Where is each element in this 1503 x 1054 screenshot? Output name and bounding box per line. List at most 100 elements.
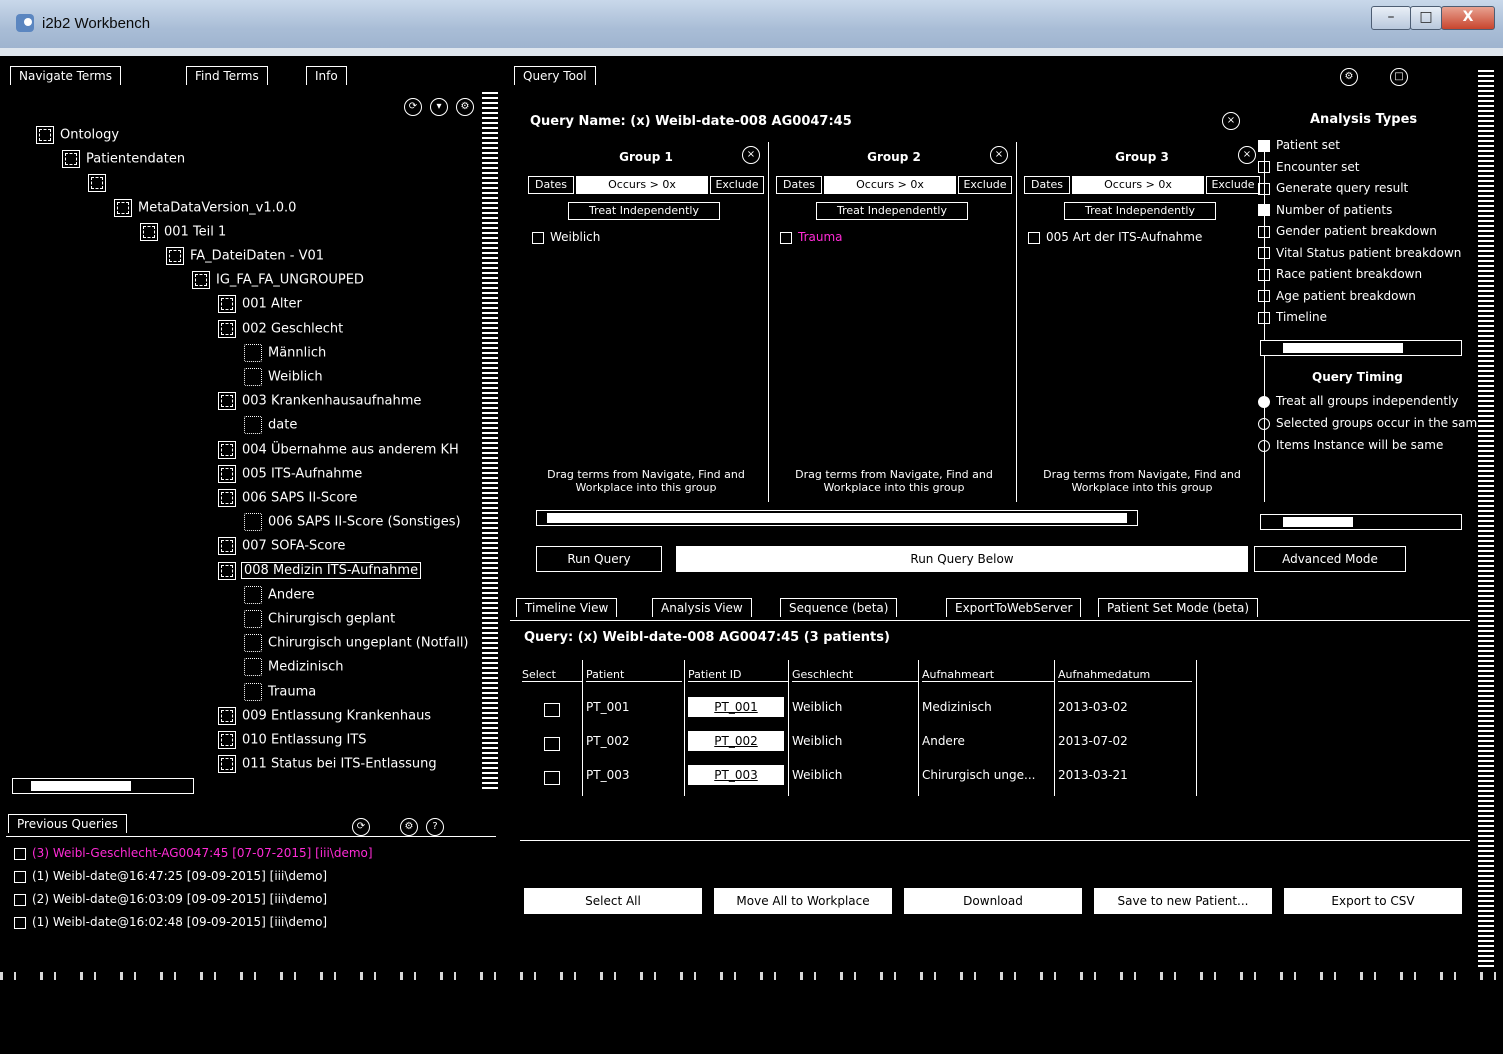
group-constraint-dropdown[interactable]: Treat Independently: [816, 202, 968, 220]
table-header[interactable]: Patient ID: [688, 668, 788, 682]
tree-item[interactable]: 002 Geschlecht: [218, 319, 343, 340]
analysis-checkbox[interactable]: [1258, 161, 1270, 173]
analysis-checkbox[interactable]: [1258, 247, 1270, 259]
previous-query-item[interactable]: (2) Weibl-date@16:03:09 [09-09-2015] [ii…: [14, 892, 327, 906]
tree-item[interactable]: Medizinisch: [244, 658, 344, 678]
table-header[interactable]: Patient: [586, 668, 682, 682]
timing-option[interactable]: Items Instance will be same: [1258, 438, 1443, 452]
tree-item[interactable]: 009 Entlassung Krankenhaus: [218, 706, 431, 727]
tree-item[interactable]: 011 Status bei ITS-Entlassung: [218, 755, 437, 775]
tree-item[interactable]: IG_FA_FA_UNGROUPED: [192, 271, 364, 291]
patient-id-link[interactable]: PT_003: [688, 765, 784, 785]
tab-exporttowebserver[interactable]: ExportToWebServer: [946, 598, 1082, 617]
group-constraint-dropdown[interactable]: Treat Independently: [1064, 202, 1216, 220]
clear-query-icon[interactable]: ×: [1222, 112, 1240, 130]
tree-item[interactable]: 006 SAPS II-Score (Sonstiges): [244, 513, 461, 533]
table-header[interactable]: Select: [522, 668, 582, 682]
tree-item[interactable]: 007 SOFA-Score: [218, 537, 345, 557]
tab-find-terms[interactable]: Find Terms: [186, 66, 268, 85]
select-row-checkbox[interactable]: [544, 771, 560, 785]
delete-group-icon[interactable]: ×: [990, 146, 1008, 164]
result-action-button[interactable]: Download: [904, 888, 1082, 914]
analysis-option[interactable]: Vital Status patient breakdown: [1258, 246, 1461, 260]
timing-option[interactable]: Treat all groups independently: [1258, 394, 1459, 408]
minimize-button[interactable]: –: [1371, 6, 1411, 30]
patient-id-link[interactable]: PT_002: [688, 731, 784, 751]
settings-icon[interactable]: ⚙: [400, 818, 418, 836]
tab-query-tool[interactable]: Query Tool: [514, 66, 596, 85]
close-button[interactable]: X: [1441, 6, 1495, 30]
group-exclude-button[interactable]: Exclude: [958, 176, 1012, 194]
advanced-mode-button[interactable]: Advanced Mode: [1254, 546, 1406, 572]
maximize-panel-icon[interactable]: □: [1390, 68, 1408, 86]
analysis-option[interactable]: Race patient breakdown: [1258, 267, 1422, 281]
tab-timeline-view[interactable]: Timeline View: [516, 598, 618, 617]
group-occurs-button[interactable]: Occurs > 0x: [824, 176, 956, 194]
analysis-checkbox[interactable]: [1258, 311, 1270, 324]
analysis-checkbox[interactable]: [1258, 290, 1270, 302]
result-action-button[interactable]: Save to new Patient...: [1094, 888, 1272, 914]
group-concept-item[interactable]: Weiblich: [532, 230, 600, 244]
group-occurs-button[interactable]: Occurs > 0x: [576, 176, 708, 194]
table-header[interactable]: Geschlecht: [792, 668, 918, 682]
tab-previous-queries[interactable]: Previous Queries: [8, 814, 127, 833]
analysis-option[interactable]: Encounter set: [1258, 160, 1360, 174]
previous-query-item[interactable]: (3) Weibl-Geschlecht-AG0047:45 [07-07-20…: [14, 846, 373, 860]
tree-item[interactable]: Männlich: [244, 343, 326, 364]
main-vertical-scrollbar[interactable]: [1478, 70, 1494, 970]
group-dates-button[interactable]: Dates: [1024, 176, 1070, 194]
group-concept-item[interactable]: 005 Art der ITS-Aufnahme: [1028, 230, 1202, 244]
tree-item[interactable]: Ontology: [36, 126, 119, 146]
options-icon[interactable]: ⚙: [456, 98, 474, 116]
tree-item[interactable]: MetaDataVersion_v1.0.0: [114, 198, 296, 219]
analysis-option[interactable]: Patient set: [1258, 138, 1340, 152]
analysis-option[interactable]: Number of patients: [1258, 203, 1392, 217]
tab-navigate-terms[interactable]: Navigate Terms: [10, 66, 121, 85]
previous-query-item[interactable]: (1) Weibl-date@16:47:25 [09-09-2015] [ii…: [14, 869, 327, 883]
help-icon[interactable]: ?: [426, 818, 444, 836]
delete-group-icon[interactable]: ×: [742, 146, 760, 164]
select-row-checkbox[interactable]: [544, 737, 560, 751]
patient-id-link[interactable]: PT_001: [688, 697, 784, 717]
run-query-below-button[interactable]: Run Query Below: [676, 546, 1248, 572]
tree-item[interactable]: 001 Alter: [218, 295, 302, 315]
result-action-button[interactable]: Select All: [524, 888, 702, 914]
tree-item[interactable]: 005 ITS-Aufnahme: [218, 464, 362, 485]
group-exclude-button[interactable]: Exclude: [710, 176, 764, 194]
previous-query-item[interactable]: (1) Weibl-date@16:02:48 [09-09-2015] [ii…: [14, 915, 327, 929]
result-action-button[interactable]: Move All to Workplace: [714, 888, 892, 914]
tree-item[interactable]: 003 Krankenhausaufnahme: [218, 392, 421, 412]
tree-item[interactable]: Andere: [244, 585, 314, 606]
tree-item[interactable]: 010 Entlassung ITS: [218, 731, 367, 751]
tree-item[interactable]: 004 Übernahme aus anderem KH: [218, 440, 459, 461]
tree-item[interactable]: Weiblich: [244, 368, 323, 388]
tree-horizontal-scrollbar[interactable]: [12, 778, 194, 794]
tree-item[interactable]: Chirurgisch ungeplant (Notfall): [244, 634, 469, 654]
tab-patient-set-mode-beta-[interactable]: Patient Set Mode (beta): [1098, 598, 1259, 617]
refresh-icon[interactable]: ⟳: [404, 98, 422, 116]
group-dates-button[interactable]: Dates: [776, 176, 822, 194]
tree-item[interactable]: 008 Medizin ITS-Aufnahme: [218, 561, 422, 582]
analysis-horizontal-scrollbar[interactable]: [1260, 340, 1462, 356]
table-header[interactable]: Aufnahmeart: [922, 668, 1054, 682]
settings-icon[interactable]: ⚙: [1340, 68, 1358, 86]
tree-item[interactable]: Patientendaten: [62, 150, 185, 170]
groups-horizontal-scrollbar[interactable]: [536, 510, 1138, 526]
maximize-button[interactable]: □: [1410, 6, 1442, 30]
group-dates-button[interactable]: Dates: [528, 176, 574, 194]
analysis-checkbox[interactable]: [1258, 204, 1270, 216]
tab-analysis-view[interactable]: Analysis View: [652, 598, 752, 617]
timing-radio[interactable]: [1258, 417, 1270, 430]
analysis-option[interactable]: Age patient breakdown: [1258, 289, 1416, 303]
tree-vertical-scrollbar[interactable]: [482, 92, 498, 792]
refresh-icon[interactable]: ⟳: [352, 818, 370, 836]
tree-item[interactable]: date: [244, 416, 297, 436]
tree-item[interactable]: 001 Teil 1: [140, 222, 226, 243]
timing-horizontal-scrollbar[interactable]: [1260, 514, 1462, 530]
tree-item[interactable]: Trauma: [244, 682, 316, 703]
tree-item[interactable]: Chirurgisch geplant: [244, 610, 395, 630]
timing-option[interactable]: Selected groups occur in the same: [1258, 416, 1485, 430]
analysis-checkbox[interactable]: [1258, 182, 1270, 195]
timing-radio[interactable]: [1258, 439, 1270, 452]
group-constraint-dropdown[interactable]: Treat Independently: [568, 202, 720, 220]
